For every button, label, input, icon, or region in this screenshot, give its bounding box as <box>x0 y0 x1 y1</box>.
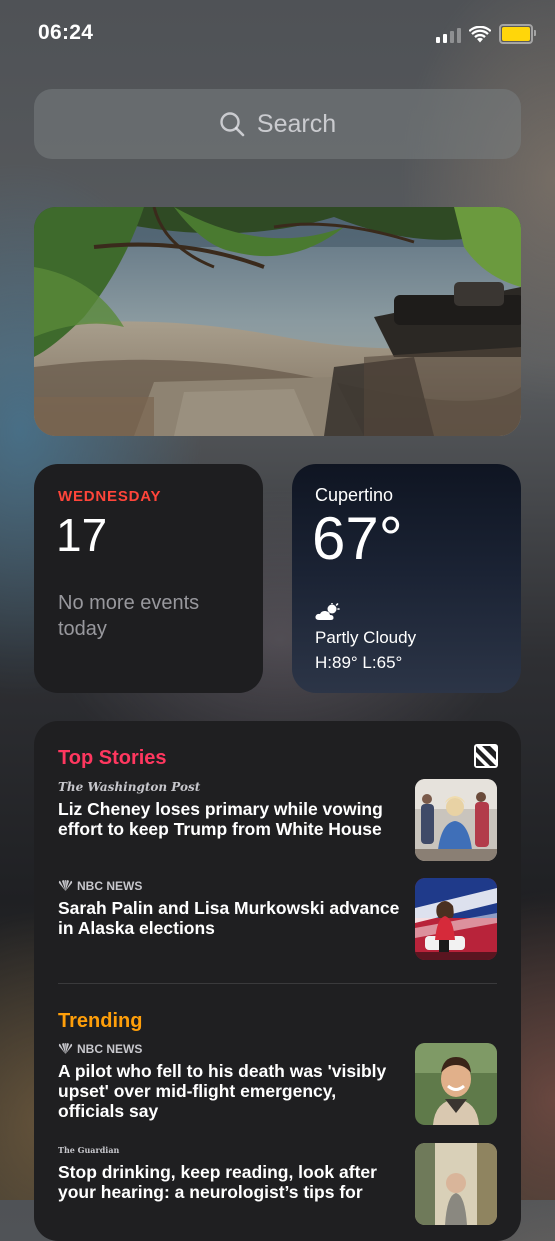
news-story[interactable]: The Guardian Stop drinking, keep reading… <box>58 1142 403 1203</box>
section-divider <box>58 983 497 984</box>
cellular-signal-icon <box>436 26 461 43</box>
search-bar[interactable]: Search <box>34 89 521 159</box>
calendar-date: 17 <box>56 509 108 561</box>
weather-city: Cupertino <box>315 485 394 505</box>
nbc-news-logo: NBC NEWS <box>77 1041 143 1056</box>
weather-high-low: H:89° L:65° <box>315 653 403 672</box>
calendar-events-text: No more events today <box>58 592 200 640</box>
story-image <box>415 779 497 861</box>
story-thumbnail[interactable] <box>415 1043 497 1125</box>
search-placeholder: Search <box>256 109 337 138</box>
battery-level <box>502 27 530 41</box>
story-image <box>415 878 497 960</box>
story-source: NBC NEWS <box>58 878 403 893</box>
partly-cloudy-icon <box>315 603 340 620</box>
story-image <box>415 1043 497 1125</box>
battery-icon <box>499 24 536 44</box>
story-headline: Stop drinking, keep reading, look after … <box>58 1162 377 1202</box>
story-thumbnail[interactable] <box>415 779 497 861</box>
story-headline: A pilot who fell to his death was 'visib… <box>58 1061 387 1121</box>
story-headline: Liz Cheney loses primary while vowing ef… <box>58 799 383 839</box>
status-time: 06:24 <box>38 21 94 44</box>
nbc-peacock-icon <box>58 880 73 891</box>
search-icon <box>220 112 245 137</box>
calendar-weekday: WEDNESDAY <box>58 488 162 505</box>
nbc-peacock-icon <box>58 1043 73 1054</box>
apple-news-icon <box>474 744 498 768</box>
weather-temperature: 67° <box>312 505 403 572</box>
guardian-logo: The Guardian <box>58 1144 120 1155</box>
calendar-widget[interactable]: WEDNESDAY 17 No more events today <box>34 464 263 693</box>
weather-condition: Partly Cloudy <box>315 628 417 647</box>
wifi-icon <box>469 25 491 42</box>
news-story[interactable]: NBC NEWS Sarah Palin and Lisa Murkowski … <box>58 878 403 939</box>
story-image <box>415 1143 497 1225</box>
trending-title: Trending <box>58 1010 143 1032</box>
story-headline: Sarah Palin and Lisa Murkowski advance i… <box>58 898 400 938</box>
photo-widget[interactable] <box>34 207 521 436</box>
story-source: The Washington Post <box>58 779 403 794</box>
nbc-news-logo: NBC NEWS <box>77 878 143 893</box>
status-bar: 06:24 <box>0 0 555 66</box>
story-thumbnail[interactable] <box>415 1143 497 1225</box>
weather-widget[interactable]: Cupertino 67° Partly Cloudy H:89° L:65° <box>292 464 521 693</box>
story-source: NBC NEWS <box>58 1041 403 1056</box>
news-widget[interactable]: Top Stories The Washington Post Liz Chen… <box>34 721 521 1241</box>
photo-image <box>34 207 521 436</box>
story-source: The Guardian <box>58 1142 403 1157</box>
washington-post-logo: The Washington Post <box>58 779 201 794</box>
news-story[interactable]: The Washington Post Liz Cheney loses pri… <box>58 779 403 840</box>
status-icons <box>436 24 536 44</box>
news-story[interactable]: NBC NEWS A pilot who fell to his death w… <box>58 1041 403 1122</box>
story-thumbnail[interactable] <box>415 878 497 960</box>
top-stories-title: Top Stories <box>58 747 167 769</box>
